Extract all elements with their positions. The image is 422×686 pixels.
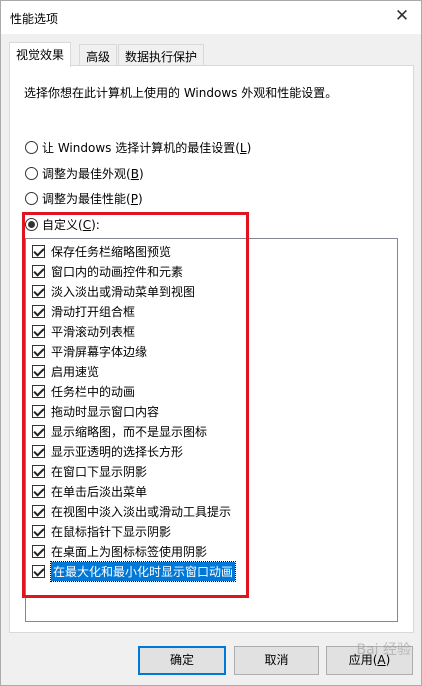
checkbox-checked-icon[interactable]: [32, 325, 45, 338]
tab-advanced[interactable]: 高级: [79, 44, 118, 66]
watermark: Bai 经验: [356, 642, 411, 658]
effect-label: 在最大化和最小化时显示窗口动画: [49, 561, 237, 582]
checkbox-checked-icon[interactable]: [32, 385, 45, 398]
checkbox-checked-icon[interactable]: [32, 285, 45, 298]
radio-circle: [25, 166, 38, 180]
radio-label: 让 Windows 选择计算机的最佳设置(L): [42, 140, 252, 155]
checkbox-checked-icon[interactable]: [32, 405, 45, 418]
effect-label: 在窗口下显示阴影: [51, 465, 148, 479]
visual-effects-page: 选择你想在此计算机上使用的 Windows 外观和性能设置。 让 Windows…: [9, 65, 414, 633]
cancel-button[interactable]: 取消: [234, 646, 319, 675]
checkbox-checked-icon[interactable]: [32, 465, 45, 478]
effect-item[interactable]: 在单击后淡出菜单: [32, 482, 147, 501]
effect-label: 在视图中淡入淡出或滑动工具提示: [51, 505, 232, 519]
checkbox-checked-icon[interactable]: [32, 445, 45, 458]
effect-label: 显示缩略图，而不是显示图标: [51, 425, 208, 439]
effect-label: 在鼠标指针下显示阴影: [51, 525, 172, 539]
effect-label: 在单击后淡出菜单: [51, 485, 148, 499]
checkbox-checked-icon[interactable]: [32, 425, 45, 438]
checkbox-checked-icon[interactable]: [32, 485, 45, 498]
effect-label: 显示亚透明的选择长方形: [51, 445, 184, 459]
checkbox-checked-icon[interactable]: [32, 505, 45, 518]
effect-item[interactable]: 滑动打开组合框: [32, 302, 135, 321]
checkbox-checked-icon[interactable]: [32, 265, 45, 278]
effect-item[interactable]: 启用速览: [32, 362, 99, 381]
radio-circle-selected: [25, 217, 38, 231]
radio-best-performance[interactable]: 调整为最佳性能(P): [25, 189, 143, 207]
effect-item-selected[interactable]: 在最大化和最小化时显示窗口动画: [32, 561, 237, 582]
effect-label: 启用速览: [51, 365, 100, 379]
effect-label: 平滑屏幕字体边缘: [51, 345, 148, 359]
title-bar: 性能选项 ✕: [1, 1, 421, 34]
checkbox-checked-icon[interactable]: [32, 565, 45, 578]
effect-item[interactable]: 任务栏中的动画: [32, 382, 135, 401]
checkbox-checked-icon[interactable]: [32, 525, 45, 538]
effect-label: 窗口内的动画控件和元素: [51, 265, 184, 279]
effect-label: 保存任务栏缩略图预览: [51, 245, 172, 259]
radio-label: 调整为最佳外观(B): [42, 166, 144, 181]
tab-data-execution-prevention[interactable]: 数据执行保护: [118, 44, 205, 66]
effect-label: 淡入淡出或滑动菜单到视图: [51, 285, 196, 299]
checkbox-checked-icon[interactable]: [32, 305, 45, 318]
effect-item[interactable]: 淡入淡出或滑动菜单到视图: [32, 282, 195, 301]
radio-best-appearance[interactable]: 调整为最佳外观(B): [25, 164, 144, 182]
checkbox-checked-icon[interactable]: [32, 545, 45, 558]
radio-label: 调整为最佳性能(P): [42, 191, 143, 206]
radio-circle: [25, 191, 38, 205]
effect-item[interactable]: 平滑滚动列表框: [32, 322, 135, 341]
checkbox-checked-icon[interactable]: [32, 245, 45, 258]
effect-label: 滑动打开组合框: [51, 305, 136, 319]
radio-custom[interactable]: 自定义(C):: [25, 215, 100, 233]
window-title: 性能选项: [10, 12, 59, 26]
checkbox-checked-icon[interactable]: [32, 345, 45, 358]
effect-item[interactable]: 拖动时显示窗口内容: [32, 402, 159, 421]
tab-visual-effects[interactable]: 视觉效果: [9, 42, 72, 67]
effect-label: 任务栏中的动画: [51, 385, 136, 399]
effect-label: 拖动时显示窗口内容: [51, 405, 160, 419]
radio-circle: [25, 140, 38, 154]
effect-item[interactable]: 在鼠标指针下显示阴影: [32, 522, 171, 541]
effect-item[interactable]: 平滑屏幕字体边缘: [32, 342, 147, 361]
radio-label: 自定义(C):: [42, 217, 100, 232]
performance-options-dialog: 性能选项 ✕ 视觉效果 高级 数据执行保护 选择你想在此计算机上使用的 Wind…: [0, 0, 422, 686]
effect-label: 平滑滚动列表框: [51, 325, 136, 339]
effect-item[interactable]: 显示亚透明的选择长方形: [32, 442, 183, 461]
effect-item[interactable]: 在桌面上为图标标签使用阴影: [32, 542, 207, 561]
effect-item[interactable]: 在视图中淡入淡出或滑动工具提示: [32, 502, 231, 521]
effects-list[interactable]: 保存任务栏缩略图预览 窗口内的动画控件和元素 淡入淡出或滑动菜单到视图 滑动打开…: [25, 238, 398, 622]
page-description: 选择你想在此计算机上使用的 Windows 外观和性能设置。: [24, 86, 338, 100]
effect-item[interactable]: 显示缩略图，而不是显示图标: [32, 422, 207, 441]
effect-item[interactable]: 窗口内的动画控件和元素: [32, 262, 183, 281]
close-icon[interactable]: ✕: [391, 5, 413, 27]
effect-item[interactable]: 保存任务栏缩略图预览: [32, 242, 171, 261]
effect-item[interactable]: 在窗口下显示阴影: [32, 462, 147, 481]
effect-label: 在桌面上为图标标签使用阴影: [51, 545, 208, 559]
checkbox-checked-icon[interactable]: [32, 365, 45, 378]
ok-button[interactable]: 确定: [138, 646, 226, 675]
radio-let-windows-choose[interactable]: 让 Windows 选择计算机的最佳设置(L): [25, 138, 251, 156]
